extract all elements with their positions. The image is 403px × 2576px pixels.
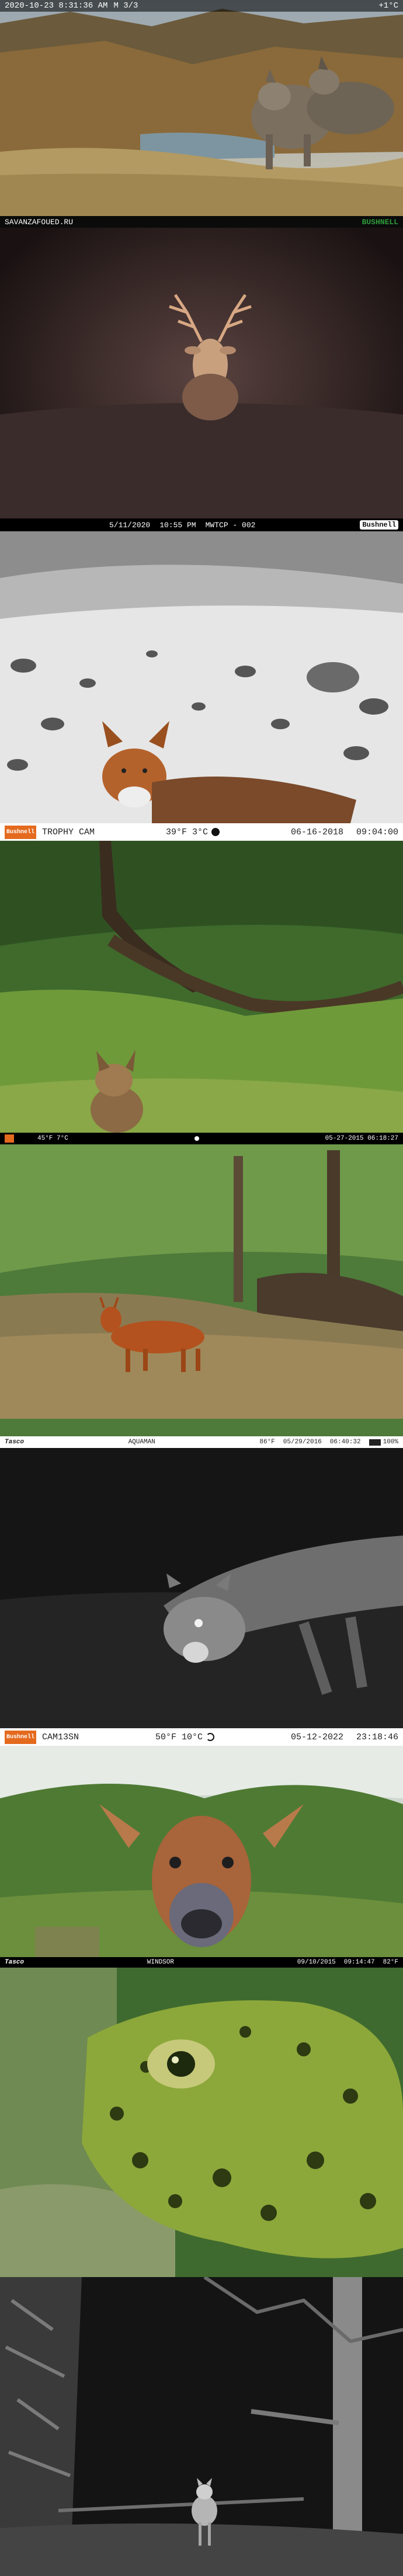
stag-image xyxy=(0,216,403,531)
photo-panel-fox-snow: Bushnell TROPHY CAM 39°F 3°C 06-16-2018 … xyxy=(0,531,403,841)
photo-panel-wolf-night xyxy=(0,2277,403,2576)
temperature-label: 82°F xyxy=(383,1959,398,1966)
camera-label: TROPHY CAM xyxy=(42,827,95,837)
moon-phase-icon xyxy=(194,1136,199,1141)
moon-phase-icon xyxy=(206,1733,215,1741)
overlay-bottom-bar: Tasco WINDSOR 09/10/2015 09:14:47 82°F xyxy=(0,1957,403,1968)
watermark-label: SAVANZAFOUED.RU xyxy=(5,217,74,227)
photo-panel-leopard xyxy=(0,1968,403,2277)
camera-label: CAM13SN xyxy=(42,1732,79,1742)
fox-snow-image xyxy=(0,531,403,841)
temperature-label: 45°F 7°C xyxy=(37,1135,68,1142)
time-label: 23:18:46 xyxy=(356,1732,399,1742)
brand-badge: Bushnell xyxy=(5,825,37,839)
deer-closeup-image xyxy=(0,1746,403,1968)
moon-phase-icon xyxy=(211,828,220,836)
datetime-label: 2020-10-23 8:31:36 AM xyxy=(5,1,108,11)
photo-panel-marten: Bushnell CAM13SN 50°F 10°C 05-12-2022 23… xyxy=(0,1448,403,1746)
temperature-label: 39°F 3°C xyxy=(166,827,209,837)
brand-label: BUSHNELL xyxy=(362,217,398,227)
overlay-top-bar: 2020-10-23 8:31:36 AM M 3/3 +1°C xyxy=(0,0,403,12)
marten-image xyxy=(0,1448,403,1746)
time-label: 06:40:32 xyxy=(329,1439,361,1446)
overlay-bottom-bar: Bushnell TROPHY CAM 39°F 3°C 06-16-2018 … xyxy=(0,823,403,841)
time-label: 09:14:47 xyxy=(343,1959,375,1966)
overlay-bottom-bar: 45°F 7°C 05-27-2015 06:18:27 xyxy=(0,1133,403,1144)
brand-badge: Bushnell xyxy=(5,1730,37,1744)
camera-name-label: WINDSOR xyxy=(147,1959,174,1966)
temperature-label: +1°C xyxy=(378,1,398,11)
brand-logo-icon xyxy=(5,1134,14,1143)
date-label: 5/11/2020 xyxy=(109,520,151,530)
overlay-top-bar: SAVANZAFOUED.RU BUSHNELL xyxy=(0,216,403,228)
sequence-label: M 3/3 xyxy=(113,1,138,11)
date-label: 05/29/2016 xyxy=(283,1439,322,1446)
photo-panel-fox-cub: 45°F 7°C 05-27-2015 06:18:27 xyxy=(0,841,403,1144)
fox-cub-image xyxy=(0,841,403,1144)
wolves-image xyxy=(0,0,403,216)
date-label: 06-16-2018 xyxy=(290,827,343,837)
datetime-label: 05-27-2015 06:18:27 xyxy=(325,1135,399,1142)
photo-panel-wolves: 2020-10-23 8:31:36 AM M 3/3 +1°C xyxy=(0,0,403,216)
battery-icon xyxy=(369,1439,381,1446)
camera-name-label: AQUAMAN xyxy=(128,1439,155,1446)
deer-stream-image xyxy=(0,1144,403,1448)
overlay-bottom-bar: Bushnell CAM13SN 50°F 10°C 05-12-2022 23… xyxy=(0,1728,403,1746)
temperature-label: 86°F xyxy=(259,1439,275,1446)
time-label: 10:55 PM xyxy=(159,520,196,530)
leopard-image xyxy=(0,1968,403,2277)
brand-label: Tasco xyxy=(5,1959,25,1966)
photo-panel-deer-closeup: Tasco WINDSOR 09/10/2015 09:14:47 82°F xyxy=(0,1746,403,1968)
time-label: 09:04:00 xyxy=(356,827,399,837)
overlay-bottom-bar: Tasco AQUAMAN 86°F 05/29/2016 06:40:32 1… xyxy=(0,1436,403,1448)
date-label: 09/10/2015 xyxy=(297,1959,336,1966)
brand-label: Bushnell xyxy=(360,520,399,530)
temperature-label: 50°F 10°C xyxy=(155,1732,203,1742)
battery-label: 100% xyxy=(383,1439,398,1446)
photo-panel-stag: SAVANZAFOUED.RU BUSHNELL 5/11/2020 10:55… xyxy=(0,216,403,531)
overlay-bottom-bar: 5/11/2020 10:55 PM MWTCP - 002 Bushnell xyxy=(0,518,403,531)
date-label: 05-12-2022 xyxy=(290,1732,343,1742)
brand-label: Tasco xyxy=(5,1439,25,1446)
wolf-night-image xyxy=(0,2277,403,2576)
camera-label: MWTCP - 002 xyxy=(205,520,256,530)
photo-panel-deer-stream: Tasco AQUAMAN 86°F 05/29/2016 06:40:32 1… xyxy=(0,1144,403,1448)
